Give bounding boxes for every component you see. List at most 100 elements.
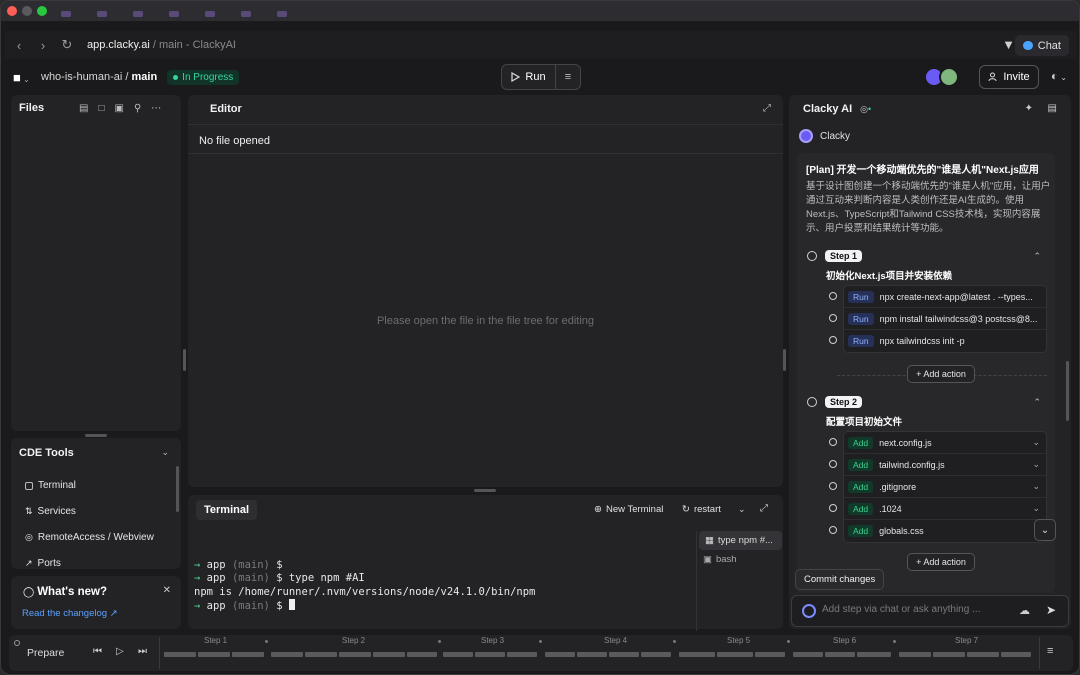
terminal-session-tab[interactable]: ▦ type npm #...: [699, 531, 782, 550]
action-status-icon[interactable]: [829, 336, 837, 344]
commit-changes-button[interactable]: Commit changes: [795, 569, 885, 590]
timeline-segment[interactable]: [507, 652, 537, 657]
timeline-step-5[interactable]: Step 5: [727, 636, 750, 645]
resize-handle[interactable]: [85, 434, 107, 437]
add-action-button[interactable]: + Add action: [907, 365, 975, 383]
clacky-logo-icon[interactable]: ■ ⌄: [13, 70, 41, 85]
timeline-step-6[interactable]: Step 6: [833, 636, 856, 645]
branch-name[interactable]: main: [131, 71, 157, 83]
timeline-step-7[interactable]: Step 7: [955, 636, 978, 645]
browser-tab[interactable]: [61, 11, 71, 17]
skip-back-icon[interactable]: ⏮: [93, 646, 102, 657]
close-icon[interactable]: ✕: [163, 585, 171, 596]
action-status-icon[interactable]: [829, 314, 837, 322]
new-chat-icon[interactable]: ▤: [1048, 103, 1057, 114]
terminal-session-tab[interactable]: ▣ bash: [697, 550, 784, 569]
chat-input[interactable]: [822, 604, 992, 615]
upload-icon[interactable]: ☁: [1019, 604, 1030, 617]
changelog-link[interactable]: Read the changelog ↗: [22, 608, 118, 619]
action-item[interactable]: Run npx create-next-app@latest . --types.…: [844, 286, 1046, 308]
minimize-window-button[interactable]: [22, 6, 32, 16]
action-item[interactable]: Add .1024 ⌄: [844, 498, 1046, 520]
zoom-window-button[interactable]: [37, 6, 47, 16]
chevron-down-icon[interactable]: ⌄: [1032, 481, 1040, 492]
action-status-icon[interactable]: [829, 460, 837, 468]
prepare-label[interactable]: Prepare: [27, 647, 64, 659]
browser-tab[interactable]: [241, 11, 251, 17]
new-file-icon[interactable]: □: [98, 103, 104, 114]
action-item[interactable]: Add globals.css: [844, 520, 1046, 542]
search-icon[interactable]: ⚲: [134, 103, 141, 114]
new-terminal-button[interactable]: ⊕ New Terminal: [594, 504, 663, 515]
browser-tab[interactable]: [133, 11, 143, 17]
action-item[interactable]: Run npm install tailwindcss@3 postcss@8..…: [844, 308, 1046, 330]
address-bar[interactable]: app.clacky.ai / main - ClackyAI: [87, 39, 236, 51]
avatar[interactable]: [939, 67, 959, 87]
timeline-segment[interactable]: [475, 652, 505, 657]
run-settings-icon[interactable]: ≡: [556, 65, 580, 89]
timeline-segment[interactable]: [232, 652, 264, 657]
action-item[interactable]: Add tailwind.config.js ⌄: [844, 454, 1046, 476]
action-status-icon[interactable]: [829, 504, 837, 512]
timeline-segment[interactable]: [443, 652, 473, 657]
send-icon[interactable]: ➤: [1046, 603, 1056, 617]
back-icon[interactable]: ‹: [7, 33, 31, 57]
chevron-down-icon[interactable]: ⌄: [1032, 437, 1040, 448]
terminal-output[interactable]: → app (main) $ → app (main) $ type npm #A…: [194, 545, 535, 641]
vertical-splitter[interactable]: [183, 349, 186, 371]
vertical-splitter[interactable]: [783, 349, 786, 371]
collapse-icon[interactable]: ▤: [79, 103, 88, 114]
action-status-icon[interactable]: [829, 292, 837, 300]
forward-icon[interactable]: ›: [31, 33, 55, 57]
timeline-step-3[interactable]: Step 3: [481, 636, 504, 645]
invite-button[interactable]: Invite: [979, 65, 1039, 89]
browser-tab[interactable]: [205, 11, 215, 17]
scrollbar[interactable]: [176, 466, 179, 512]
model-icon[interactable]: ◎•: [860, 104, 871, 115]
timeline-segment[interactable]: [793, 652, 823, 657]
add-action-button[interactable]: + Add action: [907, 553, 975, 571]
collapse-chevron-icon[interactable]: ⌄: [161, 447, 169, 458]
browser-tab[interactable]: [169, 11, 179, 17]
expand-icon[interactable]: ⤢: [760, 503, 768, 514]
timeline-segment[interactable]: [641, 652, 671, 657]
timeline-step-1[interactable]: Step 1: [204, 636, 227, 645]
skip-forward-icon[interactable]: ⏭: [138, 646, 147, 657]
play-icon[interactable]: ▷: [116, 646, 124, 657]
timeline-segment[interactable]: [407, 652, 437, 657]
extension-v-icon[interactable]: ▼: [1002, 37, 1015, 52]
reload-icon[interactable]: ↻: [55, 33, 79, 57]
chat-button[interactable]: Chat: [1014, 35, 1069, 56]
timeline-segment[interactable]: [609, 652, 639, 657]
action-status-icon[interactable]: [829, 438, 837, 446]
chevron-down-icon[interactable]: ⌄: [1032, 503, 1040, 514]
project-name[interactable]: who-is-human-ai: [41, 71, 122, 83]
timeline-segment[interactable]: [339, 652, 371, 657]
new-folder-icon[interactable]: ▣: [115, 103, 124, 114]
timeline-segment[interactable]: [717, 652, 753, 657]
timeline-segment[interactable]: [373, 652, 405, 657]
restart-button[interactable]: ↻ restart: [682, 504, 721, 515]
timeline-segment[interactable]: [305, 652, 337, 657]
more-icon[interactable]: ⋯: [151, 103, 161, 114]
timeline-segment[interactable]: [899, 652, 931, 657]
step-2-header[interactable]: Step 2: [807, 396, 863, 408]
browser-tab[interactable]: [97, 11, 107, 17]
timeline-segment[interactable]: [577, 652, 607, 657]
cde-tool-terminal[interactable]: Terminal: [25, 480, 76, 491]
timeline-segment[interactable]: [545, 652, 575, 657]
dropdown-chevron-icon[interactable]: ⌄: [738, 504, 746, 515]
action-status-icon[interactable]: [829, 526, 837, 534]
timeline-step-2[interactable]: Step 2: [342, 636, 365, 645]
step-status-icon[interactable]: [807, 251, 817, 261]
timeline-segment[interactable]: [755, 652, 785, 657]
action-item[interactable]: Run npx tailwindcss init -p: [844, 330, 1046, 352]
action-item[interactable]: Add next.config.js ⌄: [844, 432, 1046, 454]
timeline-segment[interactable]: [1001, 652, 1031, 657]
timeline-menu-icon[interactable]: ≡: [1047, 645, 1053, 657]
scroll-to-bottom-icon[interactable]: ⌄: [1034, 519, 1056, 541]
theme-toggle-icon[interactable]: ◐ ⌄: [1051, 69, 1067, 83]
close-window-button[interactable]: [7, 6, 17, 16]
browser-tab[interactable]: [277, 11, 287, 17]
terminal-tab[interactable]: Terminal: [196, 500, 258, 520]
